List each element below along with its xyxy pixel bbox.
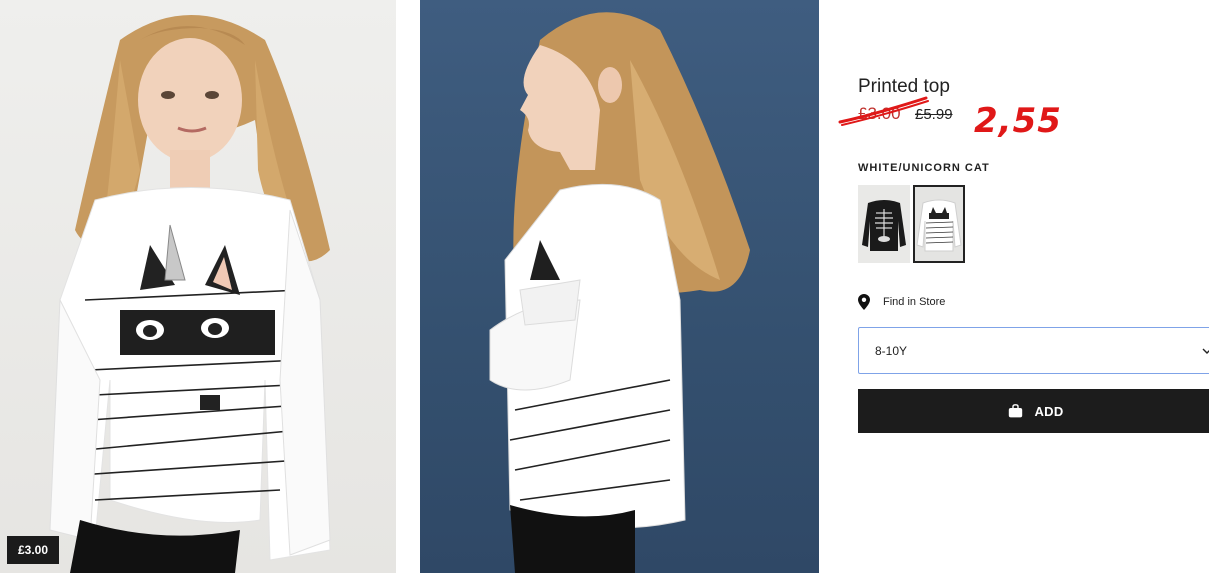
size-selected-value: 8-10Y bbox=[875, 344, 908, 358]
model-front-photo bbox=[49, 15, 331, 573]
shopping-bag-icon bbox=[1009, 404, 1023, 418]
product-image-front[interactable]: £3.00 bbox=[0, 0, 396, 573]
location-pin-icon bbox=[858, 294, 870, 310]
white-top-thumbnail-icon bbox=[916, 199, 962, 252]
color-swatches bbox=[858, 185, 965, 263]
price-tag: £3.00 bbox=[7, 536, 60, 564]
model-side-photo bbox=[489, 12, 750, 573]
chevron-down-icon bbox=[1202, 348, 1209, 354]
find-in-store-link[interactable]: Find in Store bbox=[858, 294, 945, 310]
add-to-bag-button[interactable]: ADD bbox=[858, 389, 1209, 433]
product-info-panel: Printed top £3.00 £5.99 2,55 WHITE/UNICO… bbox=[838, 0, 1209, 573]
black-top-thumbnail-icon bbox=[862, 200, 906, 251]
add-button-label: ADD bbox=[1034, 403, 1064, 419]
product-image-side[interactable] bbox=[420, 0, 819, 573]
handwritten-price-annotation: 2,55 bbox=[974, 101, 1062, 141]
size-select[interactable]: 8-10Y bbox=[858, 327, 1209, 374]
find-in-store-label: Find in Store bbox=[883, 296, 946, 308]
swatch-black-skeleton[interactable] bbox=[858, 185, 910, 263]
swatch-white-unicorn-cat[interactable] bbox=[913, 185, 965, 263]
color-name: WHITE/UNICORN CAT bbox=[858, 162, 990, 174]
red-strike-annotation bbox=[838, 96, 929, 126]
